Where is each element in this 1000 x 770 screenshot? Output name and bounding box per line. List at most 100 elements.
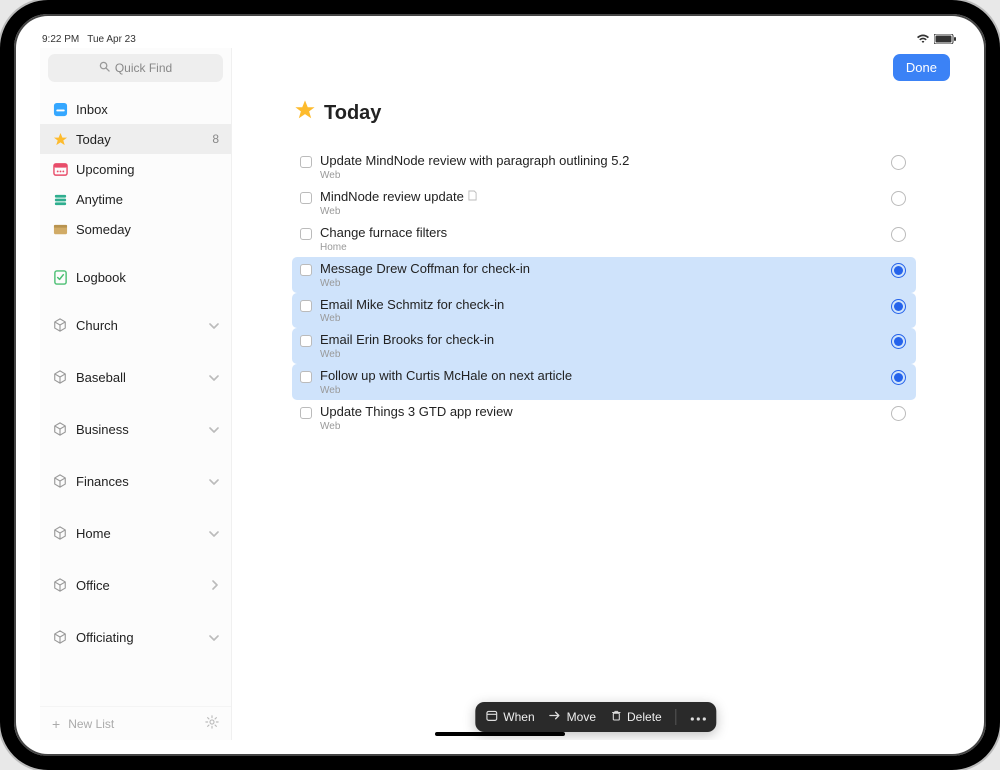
task-checkbox[interactable] xyxy=(300,371,312,383)
action-bar: When Move Delete xyxy=(475,702,716,732)
task-row[interactable]: Update MindNode review with paragraph ou… xyxy=(292,149,916,185)
sidebar-area-church[interactable]: Church xyxy=(40,310,231,340)
quick-find-label: Quick Find xyxy=(115,61,172,75)
sidebar-area-officiating[interactable]: Officiating xyxy=(40,622,231,652)
task-row[interactable]: Follow up with Curtis McHale on next art… xyxy=(292,364,916,400)
task-body: Follow up with Curtis McHale on next art… xyxy=(320,368,883,396)
task-project: Web xyxy=(320,349,883,360)
done-button[interactable]: Done xyxy=(893,54,950,81)
sidebar-area-finances[interactable]: Finances xyxy=(40,466,231,496)
task-checkbox[interactable] xyxy=(300,264,312,276)
wifi-icon xyxy=(916,34,930,44)
main: Done Today Update MindNode review with p… xyxy=(232,48,960,740)
selection-radio[interactable] xyxy=(891,263,906,278)
new-list-label[interactable]: New List xyxy=(68,717,114,731)
cube-icon xyxy=(52,577,68,593)
task-project: Home xyxy=(320,242,883,253)
task-body: Message Drew Coffman for check-inWeb xyxy=(320,261,883,289)
task-row[interactable]: MindNode review updateWeb xyxy=(292,185,916,221)
task-project: Web xyxy=(320,206,883,217)
device-frame: 9:22 PM Tue Apr 23 Quick Find xyxy=(0,0,1000,770)
sidebar-area-home[interactable]: Home xyxy=(40,518,231,548)
logbook-icon xyxy=(52,269,68,285)
sidebar-item-inbox[interactable]: Inbox xyxy=(40,94,231,124)
when-button[interactable]: When xyxy=(485,709,534,725)
sidebar-item-label: Someday xyxy=(76,222,219,237)
task-project: Web xyxy=(320,278,883,289)
cube-icon xyxy=(52,473,68,489)
when-label: When xyxy=(503,710,534,724)
task-checkbox[interactable] xyxy=(300,407,312,419)
sidebar-area-label: Office xyxy=(76,578,203,593)
move-button[interactable]: Move xyxy=(549,709,596,725)
sidebar-footer: + New List xyxy=(40,706,231,740)
task-checkbox[interactable] xyxy=(300,300,312,312)
home-indicator[interactable] xyxy=(435,732,565,736)
page-title-text: Today xyxy=(324,102,381,125)
task-list: Update MindNode review with paragraph ou… xyxy=(292,149,916,436)
cube-icon xyxy=(52,317,68,333)
task-checkbox[interactable] xyxy=(300,335,312,347)
sidebar-item-anytime[interactable]: Anytime xyxy=(40,184,231,214)
gear-icon[interactable] xyxy=(205,715,219,732)
sidebar-area-business[interactable]: Business xyxy=(40,414,231,444)
selection-radio[interactable] xyxy=(891,191,906,206)
selection-radio[interactable] xyxy=(891,334,906,349)
cube-icon xyxy=(52,369,68,385)
sidebar-item-upcoming[interactable]: Upcoming xyxy=(40,154,231,184)
task-body: Update MindNode review with paragraph ou… xyxy=(320,153,883,181)
cube-icon xyxy=(52,421,68,437)
sidebar: Quick Find Inbox Today 8 xyxy=(40,48,232,740)
plus-icon[interactable]: + xyxy=(52,716,60,732)
delete-label: Delete xyxy=(627,710,662,724)
sidebar-item-someday[interactable]: Someday xyxy=(40,214,231,244)
task-checkbox[interactable] xyxy=(300,156,312,168)
chevron-down-icon[interactable] xyxy=(209,318,219,333)
sidebar-area-label: Finances xyxy=(76,474,201,489)
status-time: 9:22 PM xyxy=(42,34,79,45)
task-title: Update Things 3 GTD app review xyxy=(320,404,883,421)
selection-radio[interactable] xyxy=(891,155,906,170)
task-project: Web xyxy=(320,421,883,432)
sidebar-item-logbook[interactable]: Logbook xyxy=(40,262,231,292)
task-body: Change furnace filtersHome xyxy=(320,225,883,253)
selection-radio[interactable] xyxy=(891,299,906,314)
task-row[interactable]: Update Things 3 GTD app reviewWeb xyxy=(292,400,916,436)
task-body: MindNode review updateWeb xyxy=(320,189,883,217)
task-title: Email Erin Brooks for check-in xyxy=(320,332,883,349)
task-checkbox[interactable] xyxy=(300,228,312,240)
more-button[interactable] xyxy=(691,710,707,724)
sidebar-area-label: Baseball xyxy=(76,370,201,385)
calendar-icon xyxy=(52,161,68,177)
sidebar-area-label: Church xyxy=(76,318,201,333)
cube-icon xyxy=(52,629,68,645)
sidebar-area-label: Officiating xyxy=(76,630,201,645)
chevron-down-icon[interactable] xyxy=(209,474,219,489)
task-row[interactable]: Message Drew Coffman for check-inWeb xyxy=(292,257,916,293)
task-row[interactable]: Change furnace filtersHome xyxy=(292,221,916,257)
chevron-down-icon[interactable] xyxy=(209,370,219,385)
chevron-down-icon[interactable] xyxy=(209,422,219,437)
chevron-right-icon[interactable] xyxy=(211,578,219,593)
sidebar-area-baseball[interactable]: Baseball xyxy=(40,362,231,392)
chevron-down-icon[interactable] xyxy=(209,630,219,645)
sidebar-top-section: Inbox Today 8 Upcoming xyxy=(40,94,231,244)
sidebar-badge: 8 xyxy=(212,132,219,146)
task-row[interactable]: Email Mike Schmitz for check-inWeb xyxy=(292,293,916,329)
task-title: Follow up with Curtis McHale on next art… xyxy=(320,368,883,385)
app: Quick Find Inbox Today 8 xyxy=(40,48,960,740)
task-row[interactable]: Email Erin Brooks for check-inWeb xyxy=(292,328,916,364)
sidebar-area-office[interactable]: Office xyxy=(40,570,231,600)
selection-radio[interactable] xyxy=(891,406,906,421)
task-checkbox[interactable] xyxy=(300,192,312,204)
selection-radio[interactable] xyxy=(891,370,906,385)
sidebar-area-label: Business xyxy=(76,422,201,437)
move-label: Move xyxy=(567,710,596,724)
selection-radio[interactable] xyxy=(891,227,906,242)
quick-find[interactable]: Quick Find xyxy=(48,54,223,82)
sidebar-item-today[interactable]: Today 8 xyxy=(40,124,231,154)
chevron-down-icon[interactable] xyxy=(209,526,219,541)
arrow-right-icon xyxy=(549,709,562,725)
separator xyxy=(676,709,677,725)
delete-button[interactable]: Delete xyxy=(610,709,662,725)
